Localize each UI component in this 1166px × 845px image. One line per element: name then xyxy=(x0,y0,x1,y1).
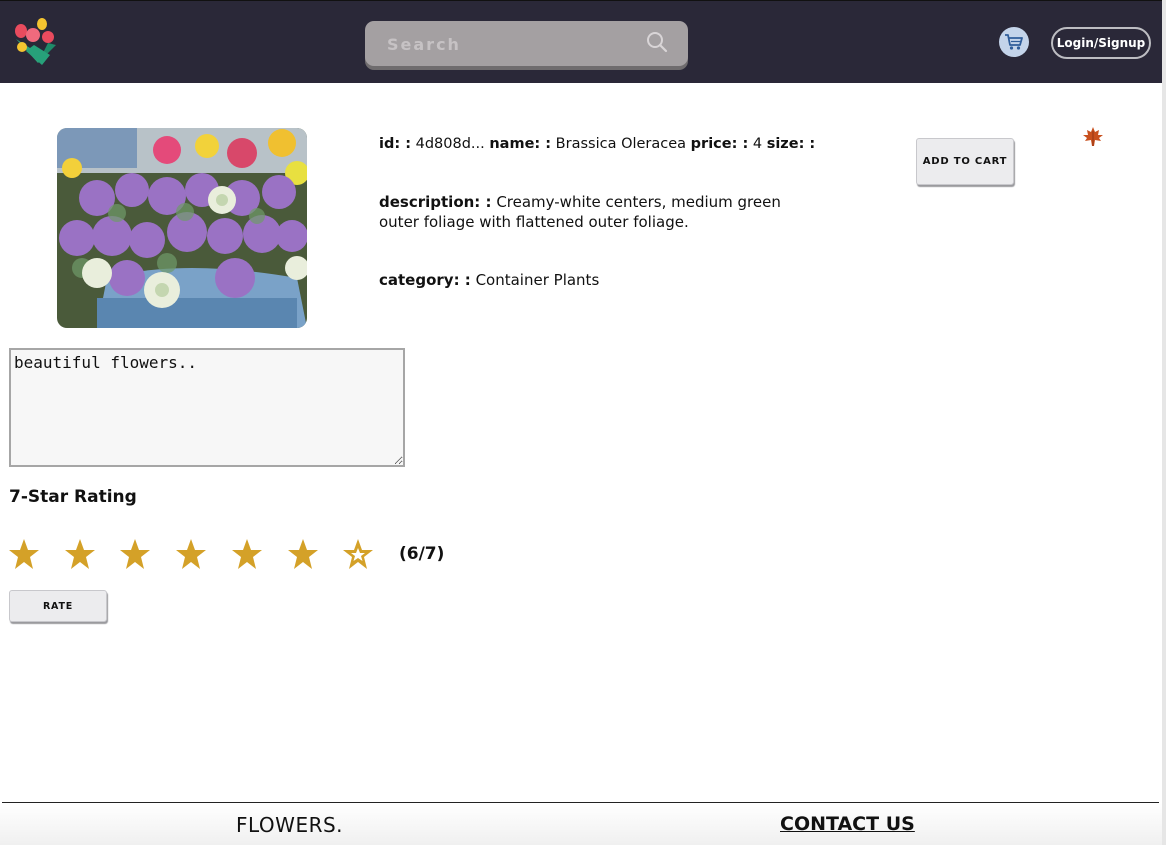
star-filled-icon[interactable] xyxy=(8,537,40,571)
name-value: Brassica Oleracea xyxy=(555,136,687,152)
rating-count: (6/7) xyxy=(399,544,445,564)
name-label: name: : xyxy=(489,136,552,152)
cart-icon xyxy=(1005,34,1023,50)
product-meta-row: id: : 4d808d... name: : Brassica Olerace… xyxy=(379,134,819,154)
star-empty-icon[interactable] xyxy=(342,537,374,571)
star-filled-icon[interactable] xyxy=(64,537,96,571)
footer: FLOWERS. CONTACT US xyxy=(0,803,1162,845)
top-navbar: Login/Signup xyxy=(0,0,1162,83)
category-value: Container Plants xyxy=(475,271,600,289)
product-image xyxy=(57,128,307,328)
search-icon[interactable] xyxy=(646,31,668,53)
login-signup-button[interactable]: Login/Signup xyxy=(1051,27,1151,59)
scrollbar[interactable] xyxy=(1162,0,1166,845)
rate-button[interactable]: RATE xyxy=(9,590,107,622)
footer-brand: FLOWERS. xyxy=(236,813,344,837)
product-details: id: : 4d808d... name: : Brassica Olerace… xyxy=(379,134,819,289)
add-to-cart-button[interactable]: ADD TO CART xyxy=(916,138,1014,185)
search-input[interactable] xyxy=(385,32,639,56)
star-filled-icon[interactable] xyxy=(231,537,263,571)
product-description: description: : Creamy-white centers, med… xyxy=(379,192,819,232)
star-filled-icon[interactable] xyxy=(119,537,151,571)
rating-title: 7-Star Rating xyxy=(9,487,137,507)
star-filled-icon[interactable] xyxy=(175,537,207,571)
star-filled-icon[interactable] xyxy=(287,537,319,571)
contact-us-link[interactable]: CONTACT US xyxy=(780,813,915,835)
id-label: id: : xyxy=(379,136,411,152)
size-label: size: : xyxy=(766,136,816,152)
id-value: 4d808d... xyxy=(415,136,485,152)
search-bar xyxy=(365,21,688,66)
cart-button[interactable] xyxy=(999,27,1029,57)
product-category: category: : Container Plants xyxy=(379,270,819,290)
category-label: category: : xyxy=(379,271,471,289)
review-textarea[interactable]: beautiful flowers.. xyxy=(9,348,405,467)
description-label: description: : xyxy=(379,193,492,211)
price-value: 4 xyxy=(752,136,763,152)
price-label: price: : xyxy=(690,136,749,152)
maple-leaf-icon[interactable] xyxy=(1082,126,1104,148)
flower-bouquet-icon[interactable] xyxy=(8,17,60,65)
